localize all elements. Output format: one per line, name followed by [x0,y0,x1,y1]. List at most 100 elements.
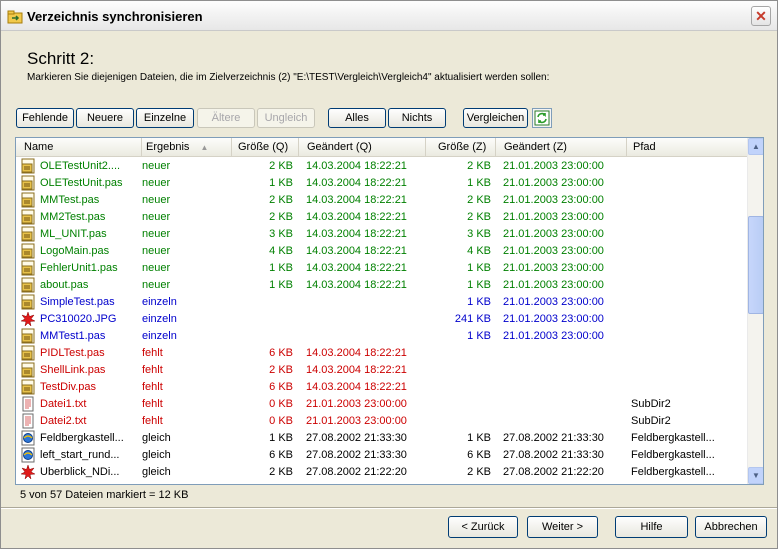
table-row[interactable]: LogoMain.pas neuer 4 KB 14.03.2004 18:22:21… [16,243,748,260]
nichts-button[interactable]: Nichts [388,108,446,128]
table-row[interactable]: OLETestUnit2.... neuer 2 KB 14.03.2004 18:2… [16,158,748,175]
col-ergebnis[interactable]: Ergebnis ▲ [142,138,232,157]
col-groesse-z[interactable]: Größe (Z) [426,138,496,157]
table-row[interactable]: Feldbergkastell... gleich 1 KB 27.08.2002 2… [16,430,748,447]
aeltere-button[interactable]: Ältere [197,108,255,128]
cell-dz: 21.01.2003 23:00:00 [503,330,604,342]
cell-name: ML_UNIT.pas [40,228,107,240]
table-row[interactable]: MM2Test.pas neuer 2 KB 14.03.2004 18:22:21 2… [16,209,748,226]
col-geaendert-q[interactable]: Geändert (Q) [299,138,426,157]
cell-dz: 21.01.2003 23:00:00 [503,160,604,172]
table-row[interactable]: TestDiv.pas fehlt 6 KB 14.03.2004 18:22:21 [16,379,748,396]
col-name[interactable]: Name [16,138,142,157]
cell-ergebnis: fehlt [142,415,163,427]
sync-dialog: Verzeichnis synchronisieren ✕ Schritt 2:… [0,0,778,549]
cell-gz: 2 KB [467,194,491,206]
cell-gz: 1 KB [467,279,491,291]
cell-name: OLETestUnit.pas [40,177,123,189]
cell-gz: 6 KB [467,449,491,461]
cell-ergebnis: gleich [142,449,171,461]
fehlende-button[interactable]: Fehlende [16,108,74,128]
cell-ergebnis: neuer [142,160,171,172]
cell-gz: 1 KB [467,296,491,308]
cell-dz: 21.01.2003 23:00:00 [503,177,604,189]
ungleich-button[interactable]: Ungleich [257,108,315,128]
table-row[interactable]: FehlerUnit1.pas neuer 1 KB 14.03.2004 18:22… [16,260,748,277]
title-bar[interactable]: Verzeichnis synchronisieren ✕ [1,1,777,31]
neuere-button[interactable]: Neuere [76,108,134,128]
cell-gz [426,396,491,413]
column-header: Name Ergebnis ▲ Größe (Q) Geändert (Q) G… [16,138,748,157]
txt-file-icon [20,413,36,429]
table-row[interactable]: OLETestUnit.pas neuer 1 KB 14.03.2004 18:22… [16,175,748,192]
cell-gz: 4 KB [467,245,491,257]
pas-file-icon [20,379,36,395]
pas-file-icon [20,226,36,242]
table-row[interactable]: PIDLTest.pas fehlt 6 KB 14.03.2004 18:22:21 [16,345,748,362]
scroll-up-button[interactable]: ▲ [748,138,763,155]
cell-name: LogoMain.pas [40,245,110,257]
table-row[interactable]: MMTest1.pas einzeln 1 KB 21.01.2003 23:00:0… [16,328,748,345]
cell-ergebnis: neuer [142,177,171,189]
pas-file-icon [20,175,36,191]
cell-gq [232,328,293,345]
cell-dq: 21.01.2003 23:00:00 [306,415,407,427]
scroll-down-button[interactable]: ▼ [748,467,763,484]
close-button[interactable]: ✕ [751,6,771,26]
cell-ergebnis: neuer [142,245,171,257]
footer-separator [1,507,777,509]
table-row[interactable]: PC310020.JPG einzeln 241 KB 21.01.2003 23:0… [16,311,748,328]
refresh-icon [534,110,550,126]
cell-gq: 0 KB [269,415,293,427]
table-row[interactable]: Uberblick_NDi... gleich 2 KB 27.08.2002 21:… [16,464,748,481]
col-geaendert-z[interactable]: Geändert (Z) [496,138,627,157]
cell-gq: 6 KB [269,347,293,359]
scroll-thumb[interactable] [748,216,763,314]
cell-pfad: SubDir2 [631,398,671,410]
cell-dq: 14.03.2004 18:22:21 [306,211,407,223]
file-list[interactable]: Name Ergebnis ▲ Größe (Q) Geändert (Q) G… [15,137,764,485]
pas-file-icon [20,192,36,208]
cell-pfad: SubDir2 [631,415,671,427]
einzelne-button[interactable]: Einzelne [136,108,194,128]
table-row[interactable]: left_start_rund... gleich 6 KB 27.08.2002 2… [16,447,748,464]
cell-dq: 14.03.2004 18:22:21 [306,381,407,393]
cell-gq: 2 KB [269,364,293,376]
cancel-button[interactable]: Abbrechen [695,516,767,538]
cell-ergebnis: einzeln [142,313,177,325]
table-row[interactable]: Datei1.txt fehlt 0 KB 21.01.2003 23:00:00 Su… [16,396,748,413]
cell-dq [306,328,426,345]
step-title: Schritt 2: [27,49,95,68]
cell-dz: 21.01.2003 23:00:00 [503,296,604,308]
table-row[interactable]: Datei2.txt fehlt 0 KB 21.01.2003 23:00:00 Su… [16,413,748,430]
cell-gq: 2 KB [269,211,293,223]
alles-button[interactable]: Alles [328,108,386,128]
back-button[interactable]: < Zurück [448,516,518,538]
cell-ergebnis: gleich [142,432,171,444]
next-button[interactable]: Weiter > [527,516,598,538]
cell-dq: 14.03.2004 18:22:21 [306,347,407,359]
refresh-button[interactable] [532,108,552,128]
vergleichen-button[interactable]: Vergleichen [463,108,528,128]
table-row[interactable]: ShellLink.pas fehlt 2 KB 14.03.2004 18:22:2… [16,362,748,379]
table-row[interactable]: MMTest.pas neuer 2 KB 14.03.2004 18:22:21 2 … [16,192,748,209]
cell-gq [232,311,293,328]
col-groesse-q[interactable]: Größe (Q) [232,138,299,157]
cell-ergebnis: neuer [142,228,171,240]
cell-gq: 2 KB [269,160,293,172]
cell-pfad [631,260,745,277]
cell-pfad [631,226,745,243]
cell-pfad [631,379,745,396]
table-row[interactable]: about.pas neuer 1 KB 14.03.2004 18:22:21 1 K… [16,277,748,294]
table-row[interactable]: SimpleTest.pas einzeln 1 KB 21.01.2003 23:0… [16,294,748,311]
table-row[interactable]: ML_UNIT.pas neuer 3 KB 14.03.2004 18:22:21 3… [16,226,748,243]
help-button[interactable]: Hilfe [615,516,688,538]
cell-ergebnis: einzeln [142,330,177,342]
wizard-header [1,32,777,98]
cell-ergebnis: neuer [142,279,171,291]
cell-dz: 21.01.2003 23:00:00 [503,245,604,257]
pas-file-icon [20,345,36,361]
col-pfad[interactable]: Pfad [627,138,748,157]
vertical-scrollbar[interactable]: ▲ ▼ [747,138,763,484]
cell-pfad: Feldbergkastell... [631,449,715,461]
